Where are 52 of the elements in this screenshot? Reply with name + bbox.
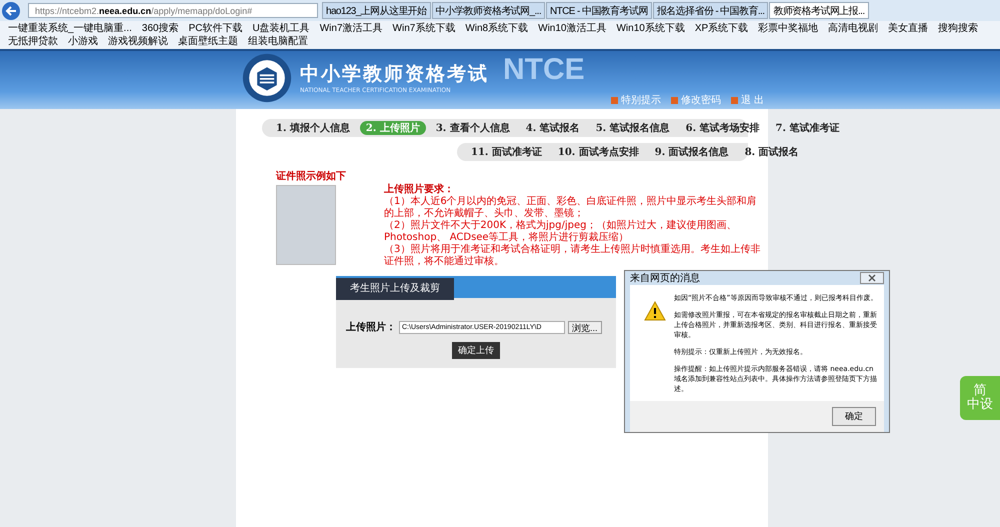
step-tab[interactable]: 9. 面试报名信息 <box>648 145 735 159</box>
requirement-text: （1）本人近6个月以内的免冠、正面、彩色、白底证件照，照片中显示考生头部和肩的上部，不允许戴帽子、头巾、发带、墨镜； <box>384 196 758 220</box>
site-title: 中小学教师资格考试 <box>300 62 489 87</box>
step-tab[interactable]: 3. 查看个人信息 <box>430 121 516 135</box>
back-button[interactable] <box>2 2 20 20</box>
requirement-text: （3）照片将用于准考证和考试合格证明，请考生上传照片时慎重选用。考生如上传非证件照，将不能通过审核。 <box>384 244 762 268</box>
browser-tab[interactable]: 报名选择省份 - 中国教育... <box>652 2 768 19</box>
requirements-title: 上传照片要求： <box>384 184 454 195</box>
bookmark-link[interactable]: Win7激活工具 <box>320 22 383 35</box>
sample-title: 证件照示例如下 <box>276 170 347 183</box>
bookmark-link[interactable]: XP系统下载 <box>694 22 748 35</box>
step-tab[interactable]: 5. 笔试报名信息 <box>590 121 676 135</box>
step-tab[interactable]: 1. 填报个人信息 <box>270 121 356 135</box>
bookmark-link[interactable]: 搜狗搜索 <box>938 22 978 35</box>
submit-upload-button[interactable]: 确定上传 <box>452 342 500 359</box>
close-button[interactable] <box>860 272 884 284</box>
bookmark-link[interactable]: PC软件下载 <box>188 22 242 35</box>
dialog-title: 来自网页的消息 <box>630 272 700 285</box>
field-label: 上传照片： <box>346 320 396 334</box>
bookmark-link[interactable]: Win8系统下载 <box>465 22 528 35</box>
bookmark-link[interactable]: 美女直播 <box>888 22 928 35</box>
bookmark-link[interactable]: U盘装机工具 <box>252 22 310 35</box>
bookmark-link[interactable]: 一键重装系统_一键电脑重... <box>8 22 132 35</box>
bookmark-link[interactable]: Win7系统下载 <box>392 22 456 35</box>
browser-tab[interactable]: NTCE - 中国教育考试网 <box>546 2 652 19</box>
step-tab[interactable]: 6. 笔试考场安排 <box>680 121 766 135</box>
ok-button[interactable]: 确定 <box>832 407 876 426</box>
bookmark-link[interactable]: 小游戏 <box>68 35 98 48</box>
step-tab[interactable]: 8. 面试报名 <box>738 145 805 159</box>
step-tab[interactable]: 10. 面试考点安排 <box>552 145 645 159</box>
bookmark-link[interactable]: 桌面壁纸主题 <box>178 35 238 48</box>
warning-icon <box>644 301 666 321</box>
bookmark-link[interactable]: 360搜索 <box>142 22 179 35</box>
bookmark-link[interactable]: Win10激活工具 <box>538 22 606 35</box>
requirement-text: （2）照片文件不大于200K，格式为jpg/jpeg；（如照片过大，建议使用图画、 Photoshop、 ACDsee等工具，将照片进行剪裁压缩） <box>384 220 738 244</box>
back-arrow-icon <box>4 4 18 18</box>
browse-button[interactable]: 浏览... <box>568 320 602 334</box>
step-tab[interactable]: 4. 笔试报名 <box>520 121 586 135</box>
bookmark-link[interactable]: 彩票中奖福地 <box>758 22 818 35</box>
bookmark-link[interactable]: 高清电视剧 <box>828 22 878 35</box>
watermark-text: NTCE <box>503 53 585 87</box>
step-tab[interactable]: 11. 面试准考证 <box>465 145 548 159</box>
bookmark-link[interactable]: 游戏视频解说 <box>108 35 168 48</box>
close-icon <box>868 274 876 282</box>
browser-tab[interactable]: 教师资格考试网上报... <box>769 2 869 19</box>
browser-tab[interactable]: hao123_上网从这里开始 <box>322 2 431 19</box>
step-tab[interactable]: 7. 笔试准考证 <box>770 121 846 135</box>
bookmark-link[interactable]: Win10系统下载 <box>616 22 685 35</box>
browser-tab[interactable]: 中小学教师资格考试网_... <box>432 2 546 19</box>
bookmark-link[interactable]: 无抵押贷款 <box>8 35 58 48</box>
address-field[interactable]: https://ntcebm2.neea.edu.cn/apply/memapp/doLogin# <box>28 3 318 18</box>
bookmark-link[interactable]: 组装电脑配置 <box>248 35 308 48</box>
